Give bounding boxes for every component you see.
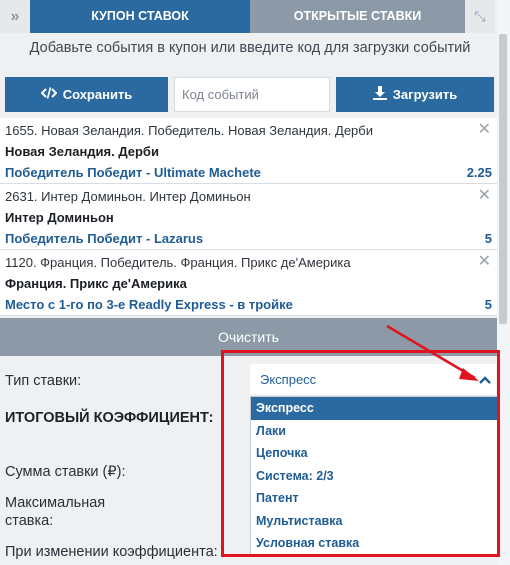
download-icon bbox=[372, 86, 387, 103]
bet-event: Интер Доминьон bbox=[5, 210, 114, 225]
bet-odds: 2.25 bbox=[466, 165, 492, 180]
bet-item: 2631. Интер Доминьон. Интер Доминьон Инт… bbox=[0, 184, 497, 250]
bet-header: 1655. Новая Зеландия. Победитель. Новая … bbox=[5, 123, 373, 138]
load-button[interactable]: Загрузить bbox=[336, 77, 494, 112]
save-button-label: Сохранить bbox=[62, 87, 133, 102]
bet-item: 1120. Франция. Победитель. Франция. Прик… bbox=[0, 250, 497, 316]
bet-selection: Победитель Победит - Lazarus bbox=[5, 231, 204, 246]
expand-icon[interactable]: » bbox=[0, 0, 30, 33]
shrink-icon[interactable]: ⤡ bbox=[465, 0, 495, 33]
bet-header: 2631. Интер Доминьон. Интер Доминьон bbox=[5, 189, 251, 204]
bet-type-label: Тип ставки: bbox=[5, 373, 82, 389]
scrollbar-thumb[interactable] bbox=[499, 34, 507, 324]
tab-open-bets[interactable]: ОТКРЫТЫЕ СТАВКИ bbox=[250, 0, 465, 33]
bet-selection-row: Место с 1-го по 3-е Readly Express - в т… bbox=[5, 294, 492, 315]
bet-selection-row: Победитель Победит - Lazarus 5 bbox=[5, 228, 492, 249]
bet-event: Франция. Прикс де'Америка bbox=[5, 276, 187, 291]
remove-bet-icon[interactable]: ✕ bbox=[478, 121, 491, 139]
bet-selection: Победитель Победит - Ultimate Machete bbox=[5, 165, 261, 180]
code-icon bbox=[40, 87, 58, 102]
odds-change-label: При изменении коэффициента: bbox=[5, 544, 218, 560]
annotation-arrow-icon bbox=[375, 322, 495, 387]
remove-bet-icon[interactable]: ✕ bbox=[478, 187, 491, 205]
bet-list: 1655. Новая Зеландия. Победитель. Новая … bbox=[0, 118, 497, 316]
max-stake-label-line1: Максимальная bbox=[5, 495, 106, 511]
remove-bet-icon[interactable]: ✕ bbox=[478, 253, 491, 271]
bet-selection: Место с 1-го по 3-е Readly Express - в т… bbox=[5, 297, 293, 312]
save-button[interactable]: Сохранить bbox=[5, 77, 168, 112]
max-stake-label-line2: ставка: bbox=[5, 513, 54, 529]
tab-bet-coupon[interactable]: КУПОН СТАВОК bbox=[30, 0, 250, 33]
stake-label: Сумма ставки (₽): bbox=[5, 464, 126, 480]
load-button-label: Загрузить bbox=[392, 87, 458, 102]
bet-odds: 5 bbox=[484, 231, 492, 246]
bet-event: Новая Зеландия. Дерби bbox=[5, 144, 159, 159]
bet-odds: 5 bbox=[484, 297, 492, 312]
event-code-input[interactable] bbox=[174, 77, 330, 112]
bet-item: 1655. Новая Зеландия. Победитель. Новая … bbox=[0, 118, 497, 184]
bet-selection-row: Победитель Победит - Ultimate Machete 2.… bbox=[5, 162, 492, 183]
coupon-hint-text: Добавьте события в купон или введите код… bbox=[29, 40, 471, 56]
max-stake-label: Максимальная ставка: bbox=[5, 494, 105, 530]
bet-header: 1120. Франция. Победитель. Франция. Прик… bbox=[5, 255, 351, 270]
total-coef-label: ИТОГОВЫЙ КОЭФФИЦИЕНТ: bbox=[5, 410, 214, 426]
